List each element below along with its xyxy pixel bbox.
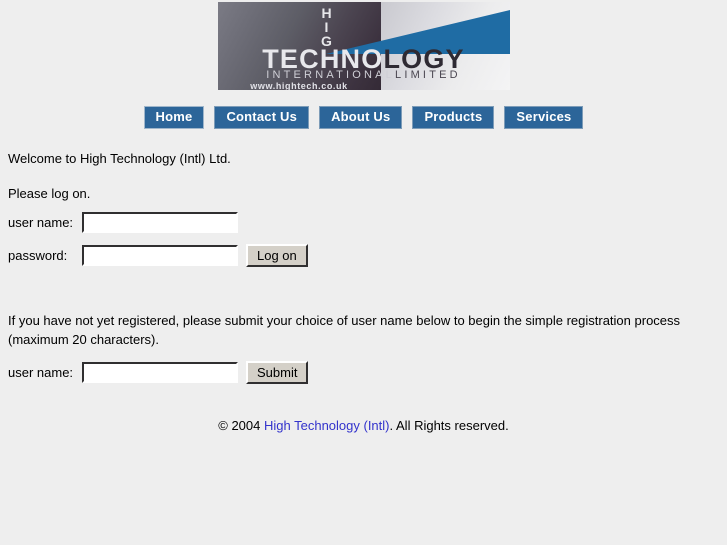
registration-instructions: If you have not yet registered, please s… xyxy=(8,313,681,347)
register-username-row: user name: Submit xyxy=(8,361,727,384)
nav-item-about-us[interactable]: About Us xyxy=(319,106,403,129)
submit-button[interactable]: Submit xyxy=(246,361,309,384)
logo-url-text: www.hightech.co.uk xyxy=(250,81,348,91)
copyright-prefix: © 2004 xyxy=(218,418,264,433)
company-logo: H I G TECHNOLOGY INTERNATIONALLIMITED ww… xyxy=(217,2,510,91)
nav-item-contact-us[interactable]: Contact Us xyxy=(214,106,310,129)
logo-limited-dark: LIMITED xyxy=(395,69,461,81)
logo-international-text: INTERNATIONALLIMITED xyxy=(218,70,510,81)
login-password-input[interactable] xyxy=(82,245,238,266)
logo-hig-line-h: H xyxy=(321,5,332,21)
copyright-suffix: . All Rights reserved. xyxy=(389,418,509,433)
logo-hig-text: H I G xyxy=(314,6,340,48)
register-username-input[interactable] xyxy=(82,362,238,383)
nav-item-products[interactable]: Products xyxy=(412,106,495,129)
login-username-input[interactable] xyxy=(82,212,238,233)
main-navigation: Home Contact Us About Us Products Services xyxy=(0,106,727,129)
login-username-label: user name: xyxy=(8,215,74,230)
login-password-row: password: Log on xyxy=(8,244,727,267)
login-password-label: password: xyxy=(8,248,68,263)
nav-item-home[interactable]: Home xyxy=(143,106,205,129)
login-prompt: Please log on. xyxy=(8,186,91,201)
page-content: Welcome to High Technology (Intl) Ltd. P… xyxy=(0,151,727,384)
logo-hig-line-i: I xyxy=(324,19,329,35)
welcome-message: Welcome to High Technology (Intl) Ltd. xyxy=(8,151,231,166)
login-username-row: user name: xyxy=(8,212,727,233)
log-on-button[interactable]: Log on xyxy=(246,244,308,267)
footer-company-link[interactable]: High Technology (Intl) xyxy=(264,418,390,433)
logo-banner: H I G TECHNOLOGY INTERNATIONALLIMITED ww… xyxy=(0,0,727,90)
nav-item-services[interactable]: Services xyxy=(504,106,584,129)
logo-international-light: INTERNATIONAL xyxy=(266,69,395,81)
register-username-label: user name: xyxy=(8,365,74,380)
footer-copyright: © 2004 High Technology (Intl). All Right… xyxy=(0,418,727,433)
